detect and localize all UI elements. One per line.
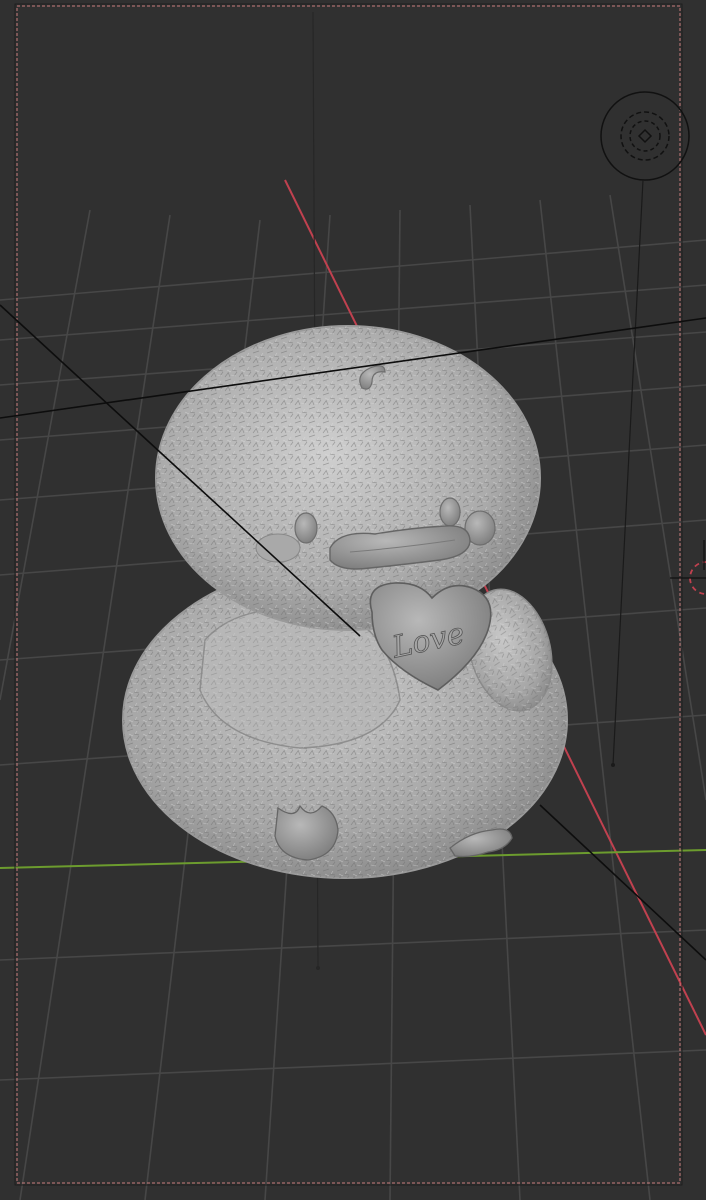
left-eye [294,512,318,544]
left-foot [274,804,339,861]
3d-viewport[interactable]: Love [0,0,706,1200]
left-cheek [255,533,301,563]
right-eye [439,497,461,527]
